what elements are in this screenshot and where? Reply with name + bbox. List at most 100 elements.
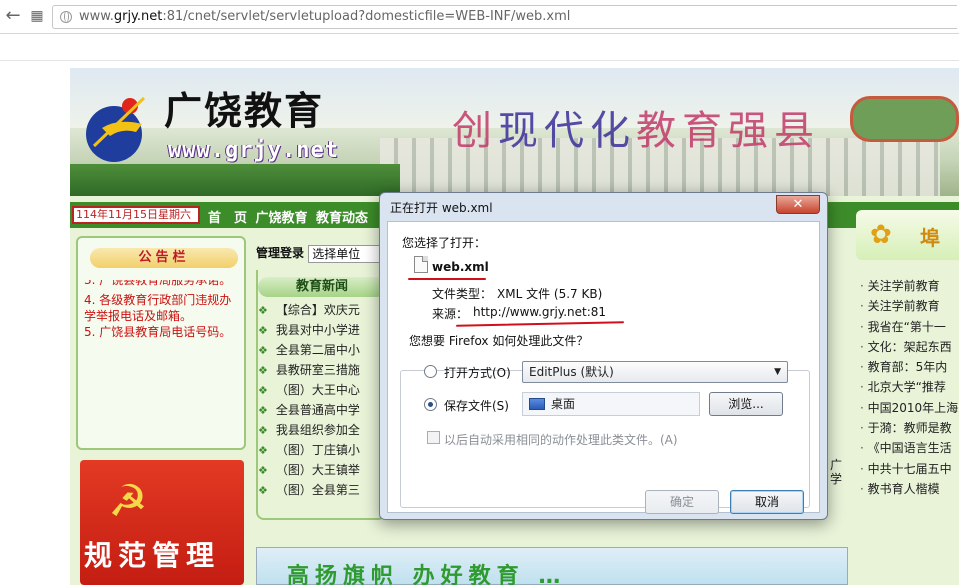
diamond-bullet-icon: ❖ — [258, 404, 268, 417]
news-item[interactable]: ❖ 县教研室三措施 — [258, 360, 386, 380]
flower-icon: ✿ — [870, 220, 892, 250]
news-item-text: 县教研室三措施 — [275, 363, 360, 377]
admin-login-label: 管理登录 — [256, 246, 305, 260]
news-item-text: （图）全县第三 — [275, 483, 360, 497]
open-with-value: EditPlus (默认) — [529, 365, 614, 379]
news-item-text: 全县普通高中学 — [275, 403, 360, 417]
regulation-banner[interactable]: ☭ 规范管理 — [80, 460, 244, 585]
cancel-button[interactable]: 取消 — [730, 490, 804, 514]
unit-select[interactable]: 选择单位 — [308, 244, 381, 263]
right-news-item[interactable]: 教育部：5年内 — [860, 357, 959, 377]
news-item-text: 我县对中小学进 — [275, 323, 360, 337]
right-column: ✿ 埠 关注学前教育 关注学前教育 我省在“第十一 文化：架起东西 教育部：5年… — [850, 204, 959, 585]
side-glyph: 广 — [830, 458, 843, 472]
diamond-bullet-icon: ❖ — [258, 384, 268, 397]
auto-action-checkbox[interactable] — [427, 431, 440, 444]
notice-item[interactable]: 3. 广饶县教育局服务承诺。 — [84, 280, 242, 288]
globe-icon — [60, 11, 72, 23]
banner-slogan: 创现代化教育强县 — [452, 98, 820, 156]
right-news-item[interactable]: 于漪：教师是教 — [860, 418, 959, 438]
news-title: 教育新闻 — [258, 277, 386, 297]
save-file-radio[interactable] — [424, 398, 437, 411]
left-column: 公告栏 3. 广饶县教育局服务承诺。 4. 各级教育行政部门违规办学举报电话及邮… — [76, 236, 246, 585]
right-news-item[interactable]: 文化：架起东西 — [860, 337, 959, 357]
side-glyph: 学 — [830, 472, 843, 486]
slogan-part-b: 现代化 — [498, 108, 636, 154]
right-news-list: 关注学前教育 关注学前教育 我省在“第十一 文化：架起东西 教育部：5年内 北京… — [860, 276, 959, 499]
right-news-item[interactable]: 北京大学“推荐 — [860, 377, 959, 397]
diamond-bullet-icon: ❖ — [258, 444, 268, 457]
news-item-text: （图）丁庄镇小 — [275, 443, 360, 457]
file-name: web.xml — [432, 260, 489, 274]
news-item-text: 【综合】欢庆元 — [275, 303, 360, 317]
dialog-body: 您选择了打开： web.xml 文件类型： XML 文件 (5.7 KB) 来源… — [387, 221, 820, 514]
right-news-item[interactable]: 我省在“第十一 — [860, 317, 959, 337]
news-item[interactable]: ❖ （图）大王中心 — [258, 380, 386, 400]
news-item[interactable]: ❖ 【综合】欢庆元 — [258, 300, 386, 320]
auto-action-label: 以后自动采用相同的动作处理此类文件。(A) — [444, 433, 678, 447]
address-bar[interactable]: www.grjy.net:81/cnet/servlet/servletuplo… — [52, 5, 957, 29]
right-panel-title: 埠 — [920, 226, 940, 250]
right-news-item[interactable]: 关注学前教育 — [860, 276, 959, 296]
news-item[interactable]: ❖ 全县第二届中小 — [258, 340, 386, 360]
news-item[interactable]: ❖ 我县对中小学进 — [258, 320, 386, 340]
diamond-bullet-icon: ❖ — [258, 344, 268, 357]
news-item-text: 我县组织参加全 — [275, 423, 360, 437]
news-item[interactable]: ❖ （图）全县第三 — [258, 480, 386, 500]
open-with-label[interactable]: 打开方式(O) — [444, 364, 511, 381]
tab-grid-icon[interactable]: ▦ — [26, 5, 48, 27]
diamond-bullet-icon: ❖ — [258, 464, 268, 477]
diamond-bullet-icon: ❖ — [258, 364, 268, 377]
file-type-value: XML 文件 (5.7 KB) — [497, 287, 603, 301]
notice-item[interactable]: 5. 广饶县教育局电话号码。 — [84, 324, 242, 340]
right-news-item[interactable]: 中共十七届五中 — [860, 459, 959, 479]
url-host: grjy.net — [113, 9, 163, 24]
file-type-label: 文件类型： — [432, 287, 493, 301]
arrow-left-icon[interactable]: ← — [2, 5, 24, 27]
diamond-bullet-icon: ❖ — [258, 324, 268, 337]
right-news-item[interactable]: 中国2010年上海 — [860, 398, 959, 418]
diamond-bullet-icon: ❖ — [258, 304, 268, 317]
dialog-title: 正在打开 web.xml — [390, 201, 493, 215]
news-item-text: （图）大王镇举 — [275, 463, 360, 477]
right-news-item[interactable]: 教书育人楷模 — [860, 479, 959, 499]
admin-login: 管理登录 选择单位 — [256, 244, 381, 263]
nav-links[interactable]: 首 页 广饶教育 教育动态 — [208, 207, 368, 226]
browser-toolbar: ← ▦ www.grjy.net:81/cnet/servlet/servlet… — [0, 0, 959, 34]
promo-text: 高扬旗帜 办好教育 … — [287, 564, 567, 585]
chosen-label: 您选择了打开： — [402, 236, 487, 250]
notice-title: 公告栏 — [90, 248, 238, 268]
notice-item[interactable]: 4. 各级教育行政部门违规办学举报电话及邮箱。 — [84, 292, 242, 324]
chevron-down-icon: ▼ — [774, 367, 781, 377]
source-value: http://www.grjy.net:81 — [473, 305, 607, 319]
ok-button[interactable]: 确定 — [645, 490, 719, 514]
site-url: www.grjy.net — [168, 138, 339, 163]
close-icon[interactable]: ✕ — [776, 195, 820, 214]
promo-banner[interactable]: 高扬旗帜 办好教育 … — [256, 547, 848, 585]
banner-field — [850, 96, 959, 142]
bookmark-strip — [0, 35, 959, 61]
news-item[interactable]: ❖ 全县普通高中学 — [258, 400, 386, 420]
right-news-item[interactable]: 《中国语言生活 — [860, 438, 959, 458]
news-item[interactable]: ❖ （图）丁庄镇小 — [258, 440, 386, 460]
hammer-sickle-icon: ☭ — [108, 476, 148, 527]
save-target-field[interactable]: 桌面 — [522, 392, 700, 416]
browse-button[interactable]: 浏览... — [709, 392, 783, 416]
save-file-label[interactable]: 保存文件(S) — [444, 397, 509, 414]
slogan-part-c: 教育强县 — [636, 108, 820, 154]
side-glyphs: 广 学 — [830, 458, 848, 486]
file-icon — [414, 256, 428, 273]
open-with-radio[interactable] — [424, 365, 437, 378]
news-item-text: （图）大王中心 — [275, 383, 360, 397]
url-prefix: www. — [79, 9, 114, 24]
right-news-item[interactable]: 关注学前教育 — [860, 296, 959, 316]
site-logo-icon — [86, 96, 146, 162]
news-item-text: 全县第二届中小 — [275, 343, 360, 357]
news-item[interactable]: ❖ 我县组织参加全 — [258, 420, 386, 440]
site-banner: 广饶教育 www.grjy.net 创现代化教育强县 — [70, 68, 959, 196]
news-item[interactable]: ❖ （图）大王镇举 — [258, 460, 386, 480]
slogan-part-a: 创 — [452, 108, 498, 154]
date-display: 114年11月15日星期六 — [72, 206, 200, 224]
notice-board: 公告栏 3. 广饶县教育局服务承诺。 4. 各级教育行政部门违规办学举报电话及邮… — [76, 236, 246, 450]
open-with-select[interactable]: EditPlus (默认) ▼ — [522, 361, 788, 383]
